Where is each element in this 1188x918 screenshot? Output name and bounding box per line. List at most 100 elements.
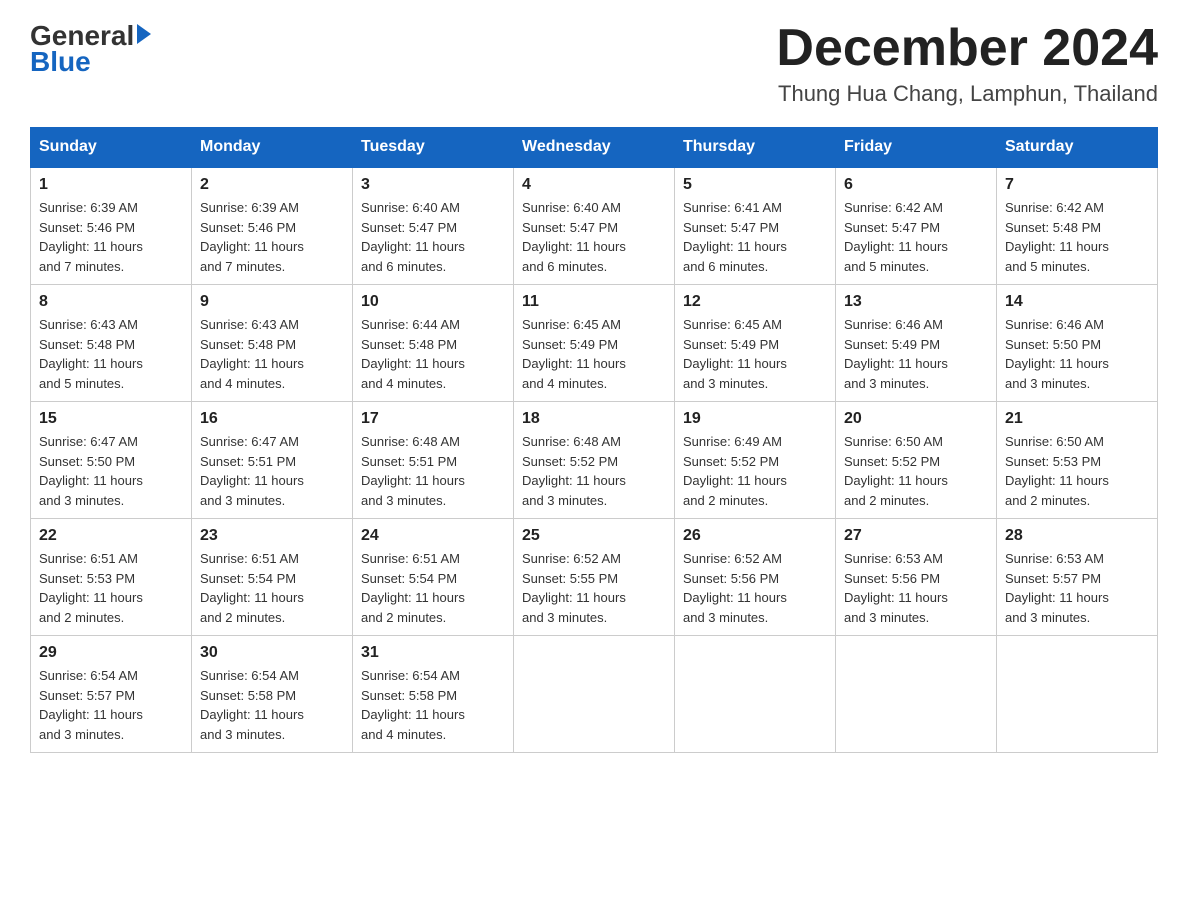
table-cell: 23 Sunrise: 6:51 AM Sunset: 5:54 PM Dayl… — [192, 519, 353, 636]
day-number: 21 — [1005, 410, 1149, 428]
col-monday: Monday — [192, 128, 353, 168]
day-info: Sunrise: 6:50 AM Sunset: 5:53 PM Dayligh… — [1005, 432, 1149, 510]
day-number: 25 — [522, 527, 666, 545]
table-row: 29 Sunrise: 6:54 AM Sunset: 5:57 PM Dayl… — [31, 636, 1158, 753]
day-number: 7 — [1005, 176, 1149, 194]
table-cell: 18 Sunrise: 6:48 AM Sunset: 5:52 PM Dayl… — [514, 402, 675, 519]
day-info: Sunrise: 6:43 AM Sunset: 5:48 PM Dayligh… — [200, 315, 344, 393]
day-info: Sunrise: 6:49 AM Sunset: 5:52 PM Dayligh… — [683, 432, 827, 510]
day-info: Sunrise: 6:42 AM Sunset: 5:48 PM Dayligh… — [1005, 198, 1149, 276]
table-cell: 3 Sunrise: 6:40 AM Sunset: 5:47 PM Dayli… — [353, 167, 514, 285]
col-sunday: Sunday — [31, 128, 192, 168]
table-cell: 16 Sunrise: 6:47 AM Sunset: 5:51 PM Dayl… — [192, 402, 353, 519]
day-info: Sunrise: 6:53 AM Sunset: 5:56 PM Dayligh… — [844, 549, 988, 627]
table-cell: 7 Sunrise: 6:42 AM Sunset: 5:48 PM Dayli… — [997, 167, 1158, 285]
day-number: 19 — [683, 410, 827, 428]
table-cell: 29 Sunrise: 6:54 AM Sunset: 5:57 PM Dayl… — [31, 636, 192, 753]
table-cell — [997, 636, 1158, 753]
day-number: 8 — [39, 293, 183, 311]
title-area: December 2024 Thung Hua Chang, Lamphun, … — [776, 20, 1158, 107]
day-number: 10 — [361, 293, 505, 311]
day-number: 20 — [844, 410, 988, 428]
day-number: 24 — [361, 527, 505, 545]
table-cell: 11 Sunrise: 6:45 AM Sunset: 5:49 PM Dayl… — [514, 285, 675, 402]
day-info: Sunrise: 6:43 AM Sunset: 5:48 PM Dayligh… — [39, 315, 183, 393]
day-info: Sunrise: 6:47 AM Sunset: 5:50 PM Dayligh… — [39, 432, 183, 510]
day-number: 12 — [683, 293, 827, 311]
day-info: Sunrise: 6:48 AM Sunset: 5:51 PM Dayligh… — [361, 432, 505, 510]
table-cell: 22 Sunrise: 6:51 AM Sunset: 5:53 PM Dayl… — [31, 519, 192, 636]
day-number: 1 — [39, 176, 183, 194]
table-cell: 8 Sunrise: 6:43 AM Sunset: 5:48 PM Dayli… — [31, 285, 192, 402]
day-number: 2 — [200, 176, 344, 194]
logo-blue-text: Blue — [30, 46, 91, 78]
table-row: 22 Sunrise: 6:51 AM Sunset: 5:53 PM Dayl… — [31, 519, 1158, 636]
table-cell: 1 Sunrise: 6:39 AM Sunset: 5:46 PM Dayli… — [31, 167, 192, 285]
table-cell: 31 Sunrise: 6:54 AM Sunset: 5:58 PM Dayl… — [353, 636, 514, 753]
col-friday: Friday — [836, 128, 997, 168]
table-cell: 26 Sunrise: 6:52 AM Sunset: 5:56 PM Dayl… — [675, 519, 836, 636]
table-cell: 17 Sunrise: 6:48 AM Sunset: 5:51 PM Dayl… — [353, 402, 514, 519]
day-number: 3 — [361, 176, 505, 194]
logo-triangle-icon — [137, 24, 151, 44]
day-number: 13 — [844, 293, 988, 311]
day-number: 5 — [683, 176, 827, 194]
day-info: Sunrise: 6:39 AM Sunset: 5:46 PM Dayligh… — [39, 198, 183, 276]
table-cell: 5 Sunrise: 6:41 AM Sunset: 5:47 PM Dayli… — [675, 167, 836, 285]
day-info: Sunrise: 6:54 AM Sunset: 5:57 PM Dayligh… — [39, 666, 183, 744]
day-info: Sunrise: 6:45 AM Sunset: 5:49 PM Dayligh… — [522, 315, 666, 393]
table-row: 1 Sunrise: 6:39 AM Sunset: 5:46 PM Dayli… — [31, 167, 1158, 285]
table-cell: 27 Sunrise: 6:53 AM Sunset: 5:56 PM Dayl… — [836, 519, 997, 636]
day-info: Sunrise: 6:53 AM Sunset: 5:57 PM Dayligh… — [1005, 549, 1149, 627]
table-row: 15 Sunrise: 6:47 AM Sunset: 5:50 PM Dayl… — [31, 402, 1158, 519]
day-number: 17 — [361, 410, 505, 428]
day-info: Sunrise: 6:52 AM Sunset: 5:56 PM Dayligh… — [683, 549, 827, 627]
day-number: 26 — [683, 527, 827, 545]
day-info: Sunrise: 6:50 AM Sunset: 5:52 PM Dayligh… — [844, 432, 988, 510]
table-cell: 25 Sunrise: 6:52 AM Sunset: 5:55 PM Dayl… — [514, 519, 675, 636]
day-number: 18 — [522, 410, 666, 428]
day-info: Sunrise: 6:51 AM Sunset: 5:54 PM Dayligh… — [361, 549, 505, 627]
day-number: 11 — [522, 293, 666, 311]
day-number: 28 — [1005, 527, 1149, 545]
day-info: Sunrise: 6:39 AM Sunset: 5:46 PM Dayligh… — [200, 198, 344, 276]
table-cell: 4 Sunrise: 6:40 AM Sunset: 5:47 PM Dayli… — [514, 167, 675, 285]
header-row: Sunday Monday Tuesday Wednesday Thursday… — [31, 128, 1158, 168]
day-info: Sunrise: 6:45 AM Sunset: 5:49 PM Dayligh… — [683, 315, 827, 393]
day-info: Sunrise: 6:42 AM Sunset: 5:47 PM Dayligh… — [844, 198, 988, 276]
day-number: 23 — [200, 527, 344, 545]
table-cell: 12 Sunrise: 6:45 AM Sunset: 5:49 PM Dayl… — [675, 285, 836, 402]
table-cell: 15 Sunrise: 6:47 AM Sunset: 5:50 PM Dayl… — [31, 402, 192, 519]
page-header: General Blue December 2024 Thung Hua Cha… — [30, 20, 1158, 107]
calendar-table: Sunday Monday Tuesday Wednesday Thursday… — [30, 127, 1158, 753]
table-cell: 21 Sunrise: 6:50 AM Sunset: 5:53 PM Dayl… — [997, 402, 1158, 519]
col-thursday: Thursday — [675, 128, 836, 168]
day-info: Sunrise: 6:41 AM Sunset: 5:47 PM Dayligh… — [683, 198, 827, 276]
day-number: 14 — [1005, 293, 1149, 311]
table-cell: 30 Sunrise: 6:54 AM Sunset: 5:58 PM Dayl… — [192, 636, 353, 753]
day-info: Sunrise: 6:51 AM Sunset: 5:54 PM Dayligh… — [200, 549, 344, 627]
table-cell: 14 Sunrise: 6:46 AM Sunset: 5:50 PM Dayl… — [997, 285, 1158, 402]
day-number: 6 — [844, 176, 988, 194]
day-info: Sunrise: 6:54 AM Sunset: 5:58 PM Dayligh… — [200, 666, 344, 744]
table-cell: 2 Sunrise: 6:39 AM Sunset: 5:46 PM Dayli… — [192, 167, 353, 285]
table-cell: 24 Sunrise: 6:51 AM Sunset: 5:54 PM Dayl… — [353, 519, 514, 636]
day-number: 4 — [522, 176, 666, 194]
day-info: Sunrise: 6:44 AM Sunset: 5:48 PM Dayligh… — [361, 315, 505, 393]
day-info: Sunrise: 6:46 AM Sunset: 5:50 PM Dayligh… — [1005, 315, 1149, 393]
table-cell: 28 Sunrise: 6:53 AM Sunset: 5:57 PM Dayl… — [997, 519, 1158, 636]
table-row: 8 Sunrise: 6:43 AM Sunset: 5:48 PM Dayli… — [31, 285, 1158, 402]
col-wednesday: Wednesday — [514, 128, 675, 168]
day-info: Sunrise: 6:48 AM Sunset: 5:52 PM Dayligh… — [522, 432, 666, 510]
day-number: 31 — [361, 644, 505, 662]
day-info: Sunrise: 6:47 AM Sunset: 5:51 PM Dayligh… — [200, 432, 344, 510]
table-cell: 19 Sunrise: 6:49 AM Sunset: 5:52 PM Dayl… — [675, 402, 836, 519]
day-info: Sunrise: 6:40 AM Sunset: 5:47 PM Dayligh… — [522, 198, 666, 276]
day-info: Sunrise: 6:54 AM Sunset: 5:58 PM Dayligh… — [361, 666, 505, 744]
subtitle: Thung Hua Chang, Lamphun, Thailand — [776, 81, 1158, 107]
table-cell: 13 Sunrise: 6:46 AM Sunset: 5:49 PM Dayl… — [836, 285, 997, 402]
col-tuesday: Tuesday — [353, 128, 514, 168]
table-cell: 9 Sunrise: 6:43 AM Sunset: 5:48 PM Dayli… — [192, 285, 353, 402]
day-number: 29 — [39, 644, 183, 662]
table-cell — [675, 636, 836, 753]
